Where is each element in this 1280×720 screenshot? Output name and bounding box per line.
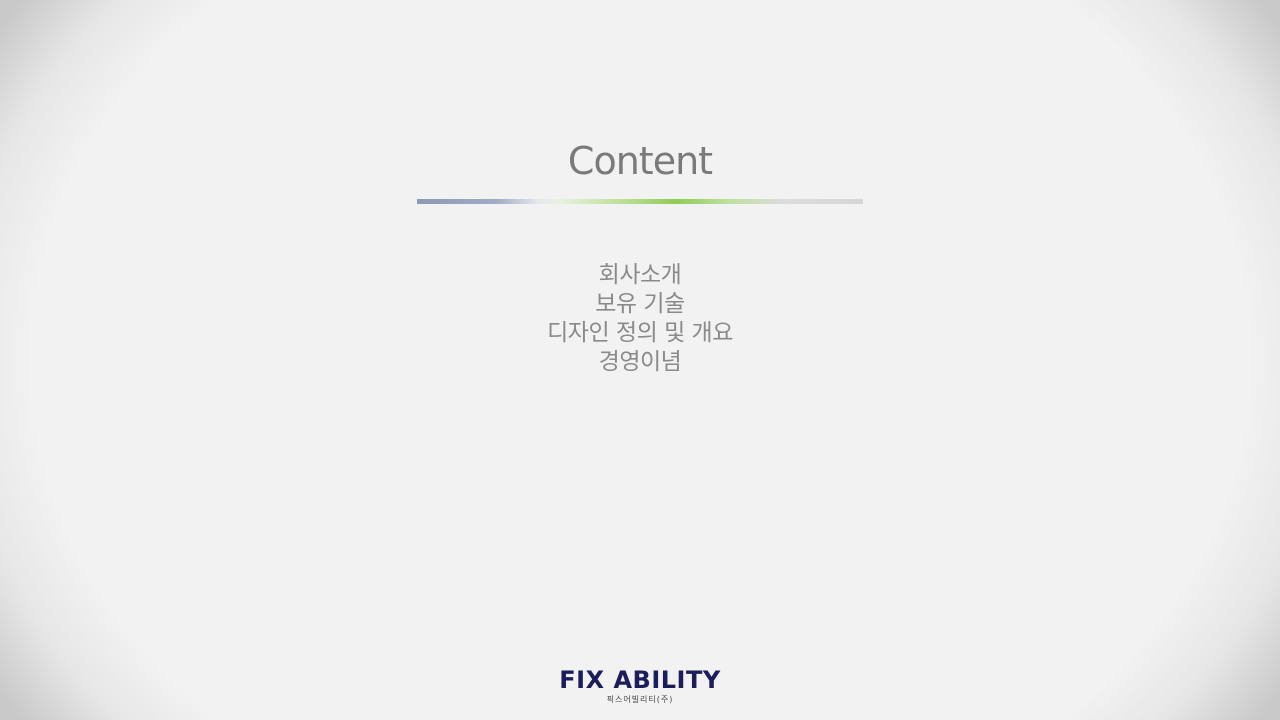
menu-item-design-overview[interactable]: 디자인 정의 및 개요	[0, 319, 1280, 348]
menu-item-company-intro[interactable]: 회사소개	[0, 261, 1280, 290]
company-logo: FIX ABILITY 픽스어빌리티(주)	[540, 666, 740, 706]
menu-item-technology[interactable]: 보유 기술	[0, 290, 1280, 319]
menu-item-philosophy[interactable]: 경영이념	[0, 348, 1280, 377]
content-menu: 회사소개 보유 기술 디자인 정의 및 개요 경영이념	[0, 261, 1280, 377]
title-divider	[417, 199, 863, 204]
slide-title: Content	[567, 139, 713, 183]
logo-subtitle: 픽스어빌리티(주)	[606, 695, 674, 704]
slide: Content 회사소개 보유 기술 디자인 정의 및 개요 경영이념 FIX …	[0, 0, 1280, 720]
logo-wordmark: FIX ABILITY	[559, 666, 721, 694]
